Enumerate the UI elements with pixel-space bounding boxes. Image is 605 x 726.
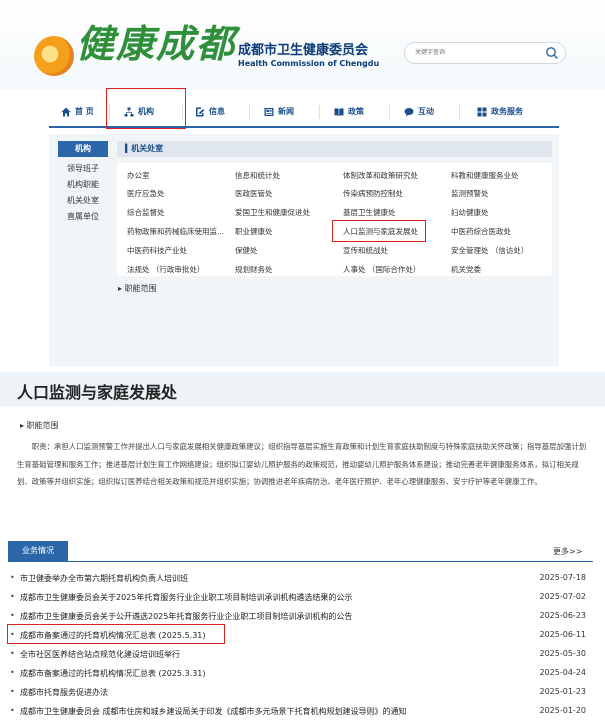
sidebar-item-departments[interactable]: 机关处室 <box>58 195 108 206</box>
more-link[interactable]: 更多>> <box>553 546 582 557</box>
nav-divider <box>319 105 320 119</box>
news-row: • 成都市托育服务促进办法 2025-01-23 <box>8 684 593 703</box>
department-link[interactable]: 法规处 （行政审批处） <box>127 264 204 275</box>
news-title-link[interactable]: 成都市卫生健康委员会 成都市住房和城乡建设局关于印发《成都市多元场景下托育机构规… <box>20 706 407 717</box>
tab-underline <box>8 561 593 562</box>
news-date: 2025-06-11 <box>539 630 587 639</box>
news-title-link[interactable]: 市卫健委举办全市第六期托育机构负责人培训班 <box>20 573 188 584</box>
nav-policy[interactable]: 政策 <box>334 98 364 126</box>
department-link[interactable]: 规划财务处 <box>235 264 273 275</box>
sidebar-item-leadership[interactable]: 领导班子 <box>58 163 108 174</box>
department-link[interactable]: 办公室 <box>127 170 150 181</box>
department-name-en: Health Commission of Chengdu <box>238 59 380 68</box>
news-date: 2025-06-23 <box>539 611 587 620</box>
department-link[interactable]: 传染病预防控制处 <box>343 188 403 199</box>
bullet-icon: • <box>10 649 15 658</box>
department-link[interactable]: 基层卫生健康处 <box>343 207 396 218</box>
bullet-icon: • <box>10 573 15 582</box>
sidebar-item-functions[interactable]: 机构职能 <box>58 179 108 190</box>
duty-heading: ▸ 职能范围 <box>20 420 59 431</box>
department-link[interactable]: 职业健康处 <box>235 226 273 237</box>
news-date: 2025-01-20 <box>539 706 587 715</box>
news-title-link[interactable]: 全市社区医养结合站点规范化建设培训班举行 <box>20 649 180 660</box>
nav-label: 政策 <box>348 107 364 116</box>
duty-scope-link[interactable]: ▸ 职能范围 <box>118 283 157 294</box>
sidebar-item-affiliated-units[interactable]: 直属单位 <box>58 211 108 222</box>
department-link[interactable]: 信息和统计处 <box>235 170 280 181</box>
site-logo-text[interactable]: 健康成都 <box>76 14 236 74</box>
nav-divider <box>389 105 390 119</box>
search-input[interactable] <box>415 45 535 59</box>
department-link[interactable]: 科教和健康服务业处 <box>451 170 519 181</box>
bullet-icon: • <box>10 611 15 620</box>
news-title-link[interactable]: 成都市卫生健康委员会关于2025年托育服务行业企业职工项目制培训承训机构遴选结果… <box>20 592 352 603</box>
department-link[interactable]: 爱国卫生和健康促进处 <box>235 207 310 218</box>
nav-label: 信息 <box>209 107 225 116</box>
department-link[interactable]: 药物政策和药械临床使用监... <box>127 226 224 237</box>
department-link[interactable]: 中医药科技产业处 <box>127 245 187 256</box>
department-link[interactable]: 人事处 （国际合作处） <box>343 264 420 275</box>
department-link[interactable]: 体制改革和政策研究处 <box>343 170 418 181</box>
bullet-icon: • <box>10 687 15 696</box>
nav-divider <box>249 105 250 119</box>
news-title-link[interactable]: 成都市备案通过的托育机构情况汇总表 (2025.3.31) <box>20 668 206 679</box>
nav-news[interactable]: 新闻 <box>264 98 294 126</box>
newspaper-icon <box>264 108 274 116</box>
logo-sun-icon <box>34 36 74 76</box>
news-date: 2025-07-18 <box>539 573 587 582</box>
highlight-box <box>332 220 426 242</box>
duty-description: 职责：承担人口监测预警工作并提出人口与家庭发展相关健康政策建议；组织指导基层实施… <box>17 442 587 486</box>
highlight-box <box>106 88 186 129</box>
sidebar-title: 机构 <box>58 141 108 157</box>
book-icon <box>334 108 344 116</box>
department-title: 人口监测与家庭发展处 <box>17 383 178 402</box>
nav-information[interactable]: 信息 <box>195 98 225 126</box>
home-icon <box>61 107 71 117</box>
nav-label: 政务服务 <box>491 107 523 116</box>
tab-business-status[interactable]: 业务情况 <box>8 541 68 561</box>
department-link[interactable]: 妇幼健康处 <box>451 207 489 218</box>
news-row: • 成都市备案通过的托育机构情况汇总表 (2025.3.31) 2025-04-… <box>8 665 593 684</box>
chat-bubble-icon <box>404 108 414 117</box>
search-icon[interactable] <box>545 46 559 60</box>
department-link[interactable]: 监测预警处 <box>451 188 489 199</box>
nav-home[interactable]: 首 页 <box>61 98 94 126</box>
nav-divider <box>459 105 460 119</box>
nav-government-services[interactable]: 政务服务 <box>477 98 523 126</box>
news-date: 2025-05-30 <box>539 649 587 658</box>
grid-icon <box>477 107 487 117</box>
department-link[interactable]: 医政医管处 <box>235 188 273 199</box>
nav-label: 首 页 <box>75 107 94 116</box>
search-box <box>404 42 566 64</box>
highlight-box <box>7 624 225 644</box>
news-row: • 全市社区医养结合站点规范化建设培训班举行 2025-05-30 <box>8 646 593 665</box>
news-row: • 成都市卫生健康委员会 成都市住房和城乡建设局关于印发《成都市多元场景下托育机… <box>8 703 593 722</box>
news-row: • 市卫健委举办全市第六期托育机构负责人培训班 2025-07-18 <box>8 570 593 589</box>
news-date: 2025-01-23 <box>539 687 587 696</box>
department-name-cn: 成都市卫生健康委员会 <box>238 43 369 58</box>
nav-label: 新闻 <box>278 107 294 116</box>
duty-scope-label: 职能范围 <box>124 284 157 293</box>
duty-heading-label: 职能范围 <box>26 421 59 430</box>
bullet-icon: • <box>10 592 15 601</box>
department-link[interactable]: 机关党委 <box>451 264 481 275</box>
news-date: 2025-04-24 <box>539 668 587 677</box>
department-link[interactable]: 医疗应急处 <box>127 188 165 199</box>
news-title-link[interactable]: 成都市托育服务促进办法 <box>20 687 108 698</box>
news-date: 2025-07-02 <box>539 592 587 601</box>
departments-header: ▍机关处室 <box>117 141 552 157</box>
bullet-icon: • <box>10 706 15 715</box>
department-link[interactable]: 中医药综合医政处 <box>451 226 511 237</box>
department-link[interactable]: 安全管理处 （信访处） <box>451 245 528 256</box>
nav-label: 互动 <box>418 107 434 116</box>
department-link[interactable]: 保健处 <box>235 245 258 256</box>
document-edit-icon <box>196 107 205 117</box>
department-link[interactable]: 综合监督处 <box>127 207 165 218</box>
departments-header-label: 机关处室 <box>131 144 164 153</box>
nav-interaction[interactable]: 互动 <box>404 98 434 126</box>
news-row: • 成都市卫生健康委员会关于2025年托育服务行业企业职工项目制培训承训机构遴选… <box>8 589 593 608</box>
department-link[interactable]: 宣传和统战处 <box>343 245 388 256</box>
news-title-link[interactable]: 成都市卫生健康委员会关于公开遴选2025年托育服务行业企业职工项目制培训承训机构… <box>20 611 352 622</box>
bullet-icon: • <box>10 668 15 677</box>
